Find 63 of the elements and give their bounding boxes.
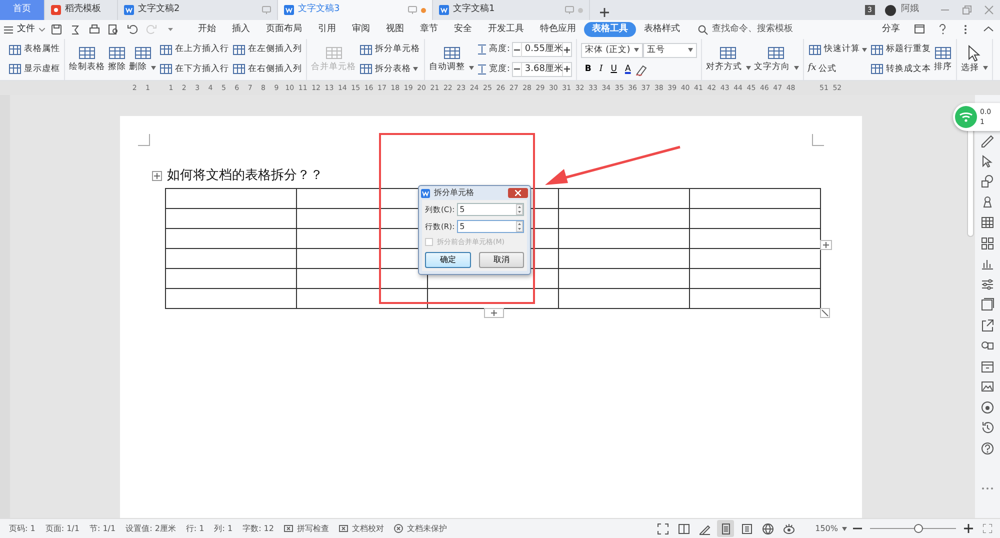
format-button[interactable]: U [606,63,621,76]
status-text: 字数: 12 [242,522,275,534]
spin-field[interactable]: 3.68厘米 [512,62,572,77]
menu-tab[interactable]: 审阅 [344,22,378,38]
menu-tab[interactable]: 章节 [412,22,446,38]
toolbar-button[interactable]: 选择 [960,44,988,76]
menu-tab[interactable]: 视图 [378,22,412,38]
status-text: 页码: 1 [8,522,36,534]
status-text: 页面: 1/1 [44,522,80,534]
menu-tab[interactable]: 插入 [224,22,258,38]
status-text: 节: 1/1 [88,522,117,534]
menu-tab[interactable]: 引用 [310,22,344,38]
status-text: 列: 1 [213,522,234,534]
dialog-button[interactable]: 确定 [425,252,470,268]
toolbar-button[interactable]: 删除 [129,44,156,75]
menu-tab[interactable]: 页面布局 [258,22,310,38]
format-button[interactable]: A [620,63,635,76]
status-button[interactable]: 拼写检查 [284,522,329,534]
status-button[interactable]: 文档校对 [338,522,384,534]
menu-tab[interactable]: 表格样式 [636,22,688,38]
status-text: 行: 1 [184,522,206,534]
toolbar-button[interactable]: 表格属性 [8,43,60,56]
toolbar-button[interactable]: 绘制表格 [69,44,105,75]
toolbar-button[interactable]: 文字方向 [754,44,799,75]
search-field[interactable]: 查找命令、搜索模板 [698,22,793,36]
toolbar-button[interactable]: 标题行重复 [870,43,931,56]
toolbar-button[interactable]: 在下方插入行 [159,62,229,76]
number-field[interactable]: 5 [456,203,524,216]
toolbar-button[interactable]: 排序 [934,44,952,75]
format-button[interactable]: B [580,63,596,76]
toolbar-button[interactable]: 在右侧插入列 [232,62,302,76]
status-button[interactable]: 文档未保护 [394,522,447,534]
toolbar-button[interactable]: 擦除 [108,44,126,75]
field-label: 宽度: [489,62,510,76]
toolbar-button[interactable]: 对齐方式 [706,44,751,75]
menu-tab[interactable]: 开发工具 [480,22,532,38]
toolbar-button[interactable]: 在左侧插入列 [232,43,302,56]
font-select[interactable]: 宋体 (正文) [580,42,643,58]
share-button[interactable]: 分享 [874,22,908,38]
toolbar-button[interactable]: 拆分单元格 [359,43,420,56]
status-text: 设置值: 2厘米 [124,522,177,534]
toolbar-button[interactable]: 拆分表格 [359,62,420,76]
font-size-select[interactable]: 五号 [642,42,697,58]
toolbar-button[interactable]: fx 公式 [808,62,867,76]
file-menu[interactable]: 文件 [4,22,45,36]
toolbar-button[interactable]: 在上方插入行 [159,43,229,56]
field-label: 高度: [489,43,510,56]
dialog-button[interactable]: 取消 [478,252,524,268]
toolbar-button[interactable]: 快速计算 [808,43,867,56]
tab[interactable]: 文字文稿3 [278,0,433,20]
menu-tab[interactable]: 安全 [446,22,480,38]
toolbar-button[interactable]: 显示虚框 [8,62,60,76]
user-name[interactable]: 阿娥 [901,3,919,17]
number-field[interactable]: 5 [456,220,524,233]
document-heading: 如何将文档的表格拆分？？ [167,167,323,185]
spin-field[interactable]: 0.55厘米 [512,42,572,58]
toolbar-button[interactable]: 转换成文本 [870,62,931,76]
format-button[interactable]: I [595,63,607,76]
menu-tab[interactable]: 特色应用 [532,22,584,38]
zoom-select[interactable]: 150% [815,522,847,534]
toolbar-button[interactable]: 自动调整 [429,44,474,75]
dialog-title: 拆分单元格 [434,187,474,199]
menu-tab[interactable]: 开始 [190,22,224,38]
